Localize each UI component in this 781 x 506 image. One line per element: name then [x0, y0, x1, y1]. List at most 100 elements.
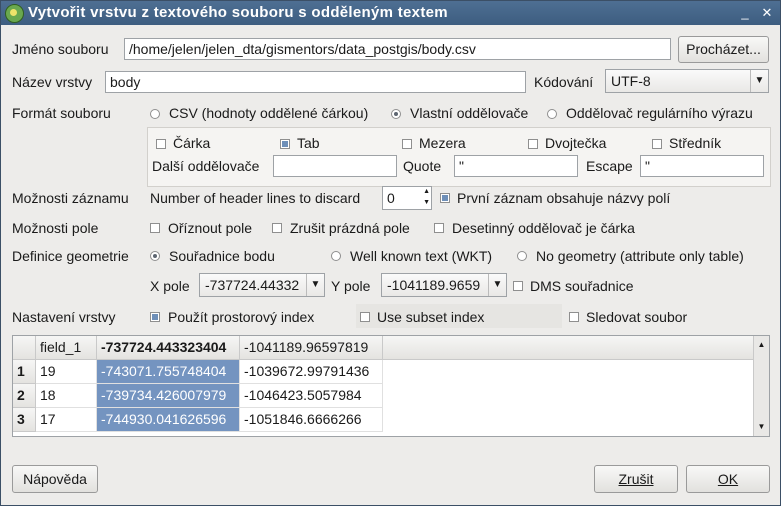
help-button[interactable]: Nápověda [12, 465, 98, 493]
dialog-window: Vytvořit vrstvu z textového souboru s od… [0, 0, 781, 506]
comma-checkbox[interactable] [156, 139, 166, 149]
geometry-point-label: Souřadnice bodu [169, 248, 275, 264]
semicolon-label: Středník [669, 135, 722, 151]
chevron-down-icon: ▼ [488, 274, 506, 296]
vertical-scrollbar[interactable]: ▲ ▼ [753, 336, 769, 436]
field-options-label: Možnosti pole [12, 220, 99, 236]
discard-empty-checkbox[interactable] [272, 223, 282, 233]
space-label: Mezera [419, 135, 466, 151]
header-filler [383, 336, 754, 360]
encoding-label: Kódování [534, 74, 594, 90]
row-header[interactable]: 3 [13, 408, 36, 432]
decimal-comma-label: Desetinný oddělovač je čárka [452, 220, 635, 236]
ok-button[interactable]: OK [686, 465, 770, 493]
corner-header [13, 336, 36, 360]
trim-fields-label: Oříznout pole [168, 220, 253, 236]
window-title: Vytvořit vrstvu z textového souboru s od… [28, 4, 448, 21]
close-icon[interactable]: ✕ [759, 5, 775, 21]
title-bar[interactable]: Vytvořit vrstvu z textového souboru s od… [1, 1, 780, 25]
qgis-logo-icon [5, 4, 24, 23]
row-header[interactable]: 2 [13, 384, 36, 408]
tab-checkbox[interactable] [280, 139, 290, 149]
record-options-label: Možnosti záznamu [12, 190, 129, 206]
encoding-select[interactable]: UTF-8 ▼ [605, 69, 769, 93]
format-csv-label: CSV (hodnoty oddělené čárkou) [169, 105, 369, 121]
row-header[interactable]: 1 [13, 360, 36, 384]
escape-input[interactable]: " [640, 155, 764, 177]
table-cell[interactable]: -739734.426007979 [97, 384, 240, 408]
spin-up-icon[interactable]: ▲ [423, 187, 430, 197]
delimiter-group: Čárka Tab Mezera Dvojtečka Středník Dalš… [147, 127, 771, 187]
minimize-icon[interactable]: _ [737, 5, 753, 21]
table-cell[interactable]: 17 [36, 408, 97, 432]
table-cell[interactable]: 18 [36, 384, 97, 408]
table-cell[interactable]: -743071.755748404 [97, 360, 240, 384]
geometry-wkt-radio[interactable] [331, 251, 341, 261]
browse-button[interactable]: Procházet... [678, 36, 769, 63]
column-header[interactable]: -737724.443323404 [97, 336, 240, 360]
escape-label: Escape [586, 158, 633, 174]
header-lines-label: Number of header lines to discard [150, 190, 361, 206]
subset-index-label: Use subset index [377, 309, 485, 325]
table-cell[interactable]: -744930.041626596 [97, 408, 240, 432]
first-record-names-checkbox[interactable] [440, 193, 450, 203]
comma-label: Čárka [173, 135, 211, 151]
table-cell[interactable]: -1051846.6666266 [240, 408, 383, 432]
other-delimiters-label: Další oddělovače [152, 158, 260, 174]
layer-name-label: Název vrstvy [12, 74, 93, 90]
scroll-down-icon[interactable]: ▼ [754, 420, 769, 434]
table-cell[interactable]: -1046423.5057984 [240, 384, 383, 408]
quote-label: Quote [403, 158, 442, 174]
encoding-value: UTF-8 [611, 73, 651, 89]
geometry-point-radio[interactable] [150, 251, 160, 261]
semicolon-checkbox[interactable] [652, 139, 662, 149]
header-lines-value: 0 [387, 190, 395, 206]
format-csv-radio[interactable] [150, 109, 160, 119]
format-custom-label: Vlastní oddělovače [410, 105, 529, 121]
table-cell[interactable]: -1039672.99791436 [240, 360, 383, 384]
space-checkbox[interactable] [402, 139, 412, 149]
chevron-down-icon: ▼ [750, 70, 768, 92]
format-regex-radio[interactable] [547, 109, 557, 119]
colon-checkbox[interactable] [528, 139, 538, 149]
sample-data-table[interactable]: field_1 -737724.443323404 -1041189.96597… [12, 335, 770, 437]
geometry-definition-label: Definice geometrie [12, 248, 129, 264]
subset-index-checkbox[interactable] [360, 312, 370, 322]
layer-name-input[interactable]: body [105, 71, 526, 93]
first-record-names-label: První záznam obsahuje názvy polí [457, 190, 671, 206]
x-field-select[interactable]: -737724.44332 ▼ [199, 273, 325, 297]
watch-file-label: Sledovat soubor [586, 309, 688, 325]
spatial-index-checkbox[interactable] [150, 312, 160, 322]
geometry-none-label: No geometry (attribute only table) [536, 248, 744, 264]
geometry-wkt-label: Well known text (WKT) [350, 248, 493, 264]
header-lines-spinbox[interactable]: 0 ▲ ▼ [382, 186, 432, 210]
spin-down-icon[interactable]: ▼ [423, 198, 430, 208]
column-header[interactable]: -1041189.96597819 [240, 336, 383, 360]
y-field-label: Y pole [331, 278, 371, 294]
scroll-up-icon[interactable]: ▲ [754, 338, 769, 352]
spatial-index-label: Použít prostorový index [168, 309, 315, 325]
dms-label: DMS souřadnice [530, 278, 634, 294]
quote-input[interactable]: " [454, 155, 578, 177]
watch-file-checkbox[interactable] [569, 312, 579, 322]
dms-checkbox[interactable] [513, 281, 523, 291]
x-field-value: -737724.44332 [205, 277, 300, 293]
geometry-none-radio[interactable] [517, 251, 527, 261]
x-field-label: X pole [150, 278, 190, 294]
trim-fields-checkbox[interactable] [150, 223, 160, 233]
discard-empty-label: Zrušit prázdná pole [290, 220, 410, 236]
other-delimiters-input[interactable] [273, 155, 397, 177]
chevron-down-icon: ▼ [306, 274, 324, 296]
y-field-select[interactable]: -1041189.9659 ▼ [381, 273, 507, 297]
column-header[interactable]: field_1 [36, 336, 97, 360]
decimal-comma-checkbox[interactable] [434, 223, 444, 233]
file-format-label: Formát souboru [12, 105, 111, 121]
layer-settings-label: Nastavení vrstvy [12, 309, 116, 325]
format-custom-radio[interactable] [391, 109, 401, 119]
format-regex-label: Oddělovač regulárního výrazu [566, 105, 753, 121]
cancel-button[interactable]: Zrušit [594, 465, 678, 493]
colon-label: Dvojtečka [545, 135, 607, 151]
file-path-input[interactable]: /home/jelen/jelen_dta/gismentors/data_po… [124, 38, 671, 60]
table-cell[interactable]: 19 [36, 360, 97, 384]
y-field-value: -1041189.9659 [387, 277, 481, 293]
